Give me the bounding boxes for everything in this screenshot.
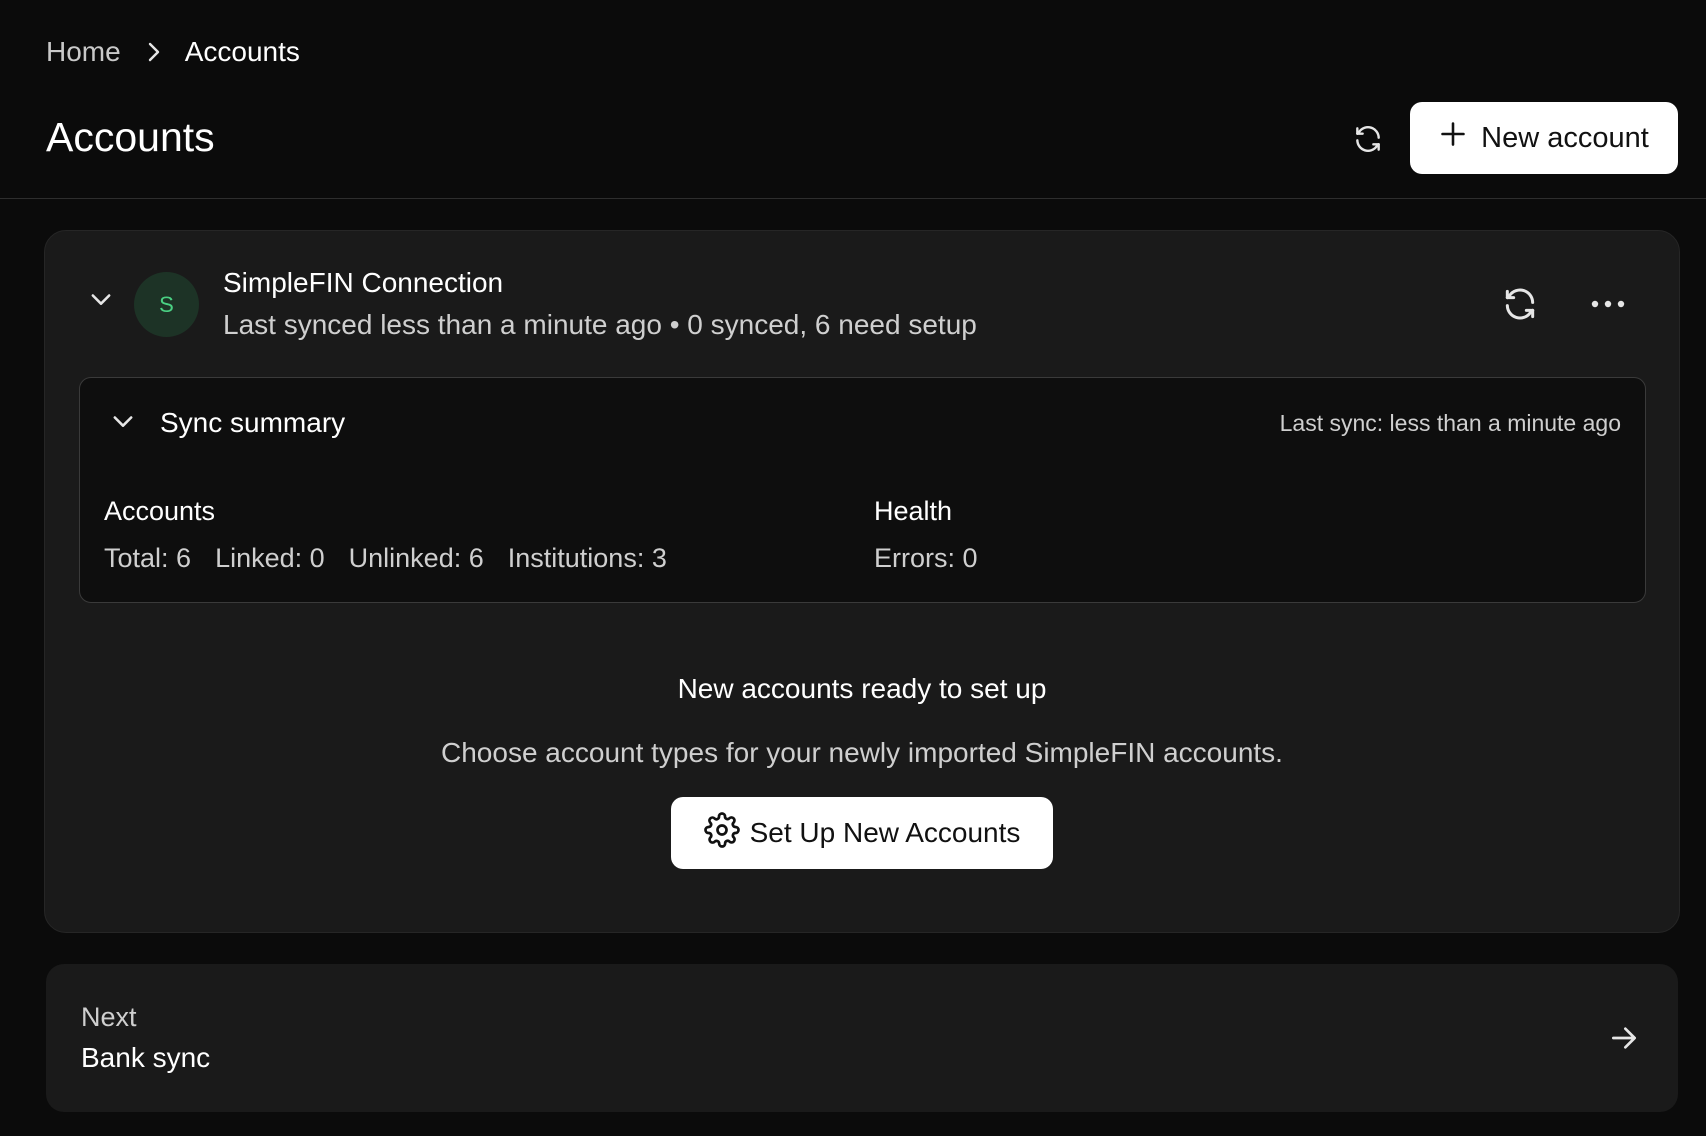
ready-description: Choose account types for your newly impo… — [441, 737, 1283, 768]
stat-institutions: Institutions: 3 — [507, 543, 667, 573]
breadcrumb-current: Accounts — [184, 36, 300, 67]
set-up-label: Set Up New Accounts — [749, 817, 1021, 848]
next-title: Bank sync — [81, 1042, 211, 1073]
refresh-icon[interactable] — [1350, 121, 1386, 157]
gear-icon — [703, 811, 740, 855]
more-horizontal-icon[interactable] — [1587, 283, 1629, 325]
health-stats: Errors: 0 — [874, 543, 978, 574]
plus-icon — [1439, 120, 1467, 156]
arrow-right-icon — [1604, 1018, 1644, 1058]
page-header: Home Accounts Accounts New account — [0, 0, 1706, 199]
next-label: Next — [81, 1002, 137, 1032]
breadcrumb-home-link[interactable]: Home — [46, 36, 121, 68]
stat-total: Total: 6 — [104, 543, 192, 573]
avatar: S — [134, 272, 199, 337]
new-account-button[interactable]: New account — [1410, 102, 1678, 174]
connection-name: SimpleFIN Connection — [223, 267, 504, 298]
set-up-new-accounts-button[interactable]: Set Up New Accounts — [671, 797, 1053, 869]
stat-linked: Linked: 0 — [215, 543, 325, 573]
sync-summary-panel: Sync summary Last sync: less than a minu… — [79, 377, 1646, 603]
page-title: Accounts — [46, 114, 215, 160]
ready-title: New accounts ready to set up — [677, 673, 1047, 704]
connection-meta: Last synced less than a minute ago • 0 s… — [223, 309, 977, 340]
connection-card: S SimpleFIN Connection Last synced less … — [44, 230, 1680, 933]
breadcrumb: Home Accounts — [46, 36, 300, 68]
new-account-label: New account — [1481, 121, 1649, 154]
chevron-down-icon[interactable] — [83, 281, 119, 317]
stat-errors: Errors: 0 — [874, 543, 978, 573]
accounts-stats: Total: 6 Linked: 0 Unlinked: 6 Instituti… — [104, 543, 667, 574]
chevron-right-icon — [145, 41, 163, 63]
sync-summary-title[interactable]: Sync summary — [160, 407, 345, 439]
stat-unlinked: Unlinked: 6 — [348, 543, 484, 573]
health-heading: Health — [874, 496, 953, 526]
accounts-heading: Accounts — [104, 496, 216, 526]
last-sync-text: Last sync: less than a minute ago — [1279, 410, 1621, 436]
chevron-down-icon[interactable] — [106, 404, 140, 438]
connection-header: S SimpleFIN Connection Last synced less … — [45, 231, 1679, 371]
next-page-link[interactable]: Next Bank sync — [46, 964, 1678, 1112]
refresh-icon[interactable] — [1499, 283, 1541, 325]
